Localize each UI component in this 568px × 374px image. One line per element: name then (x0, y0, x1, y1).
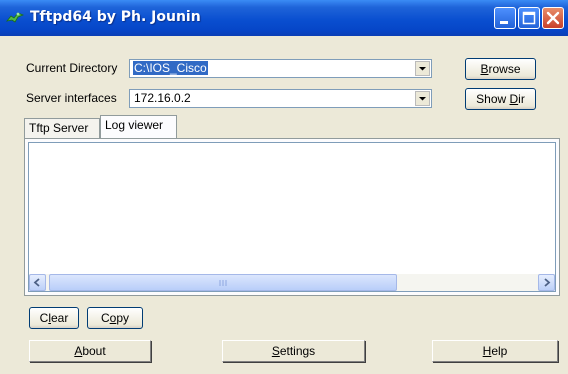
scroll-left-button[interactable] (29, 274, 46, 291)
minimize-button[interactable] (494, 7, 516, 29)
browse-button[interactable]: Browse (465, 58, 536, 80)
dropdown-button[interactable] (415, 61, 430, 76)
window-title: Tftpd64 by Ph. Jounin (30, 9, 201, 25)
server-interfaces-label: Server interfaces (26, 91, 117, 105)
chevron-down-icon (419, 97, 426, 101)
tftpd-app-icon (6, 12, 24, 23)
tftpd-window: Tftpd64 by Ph. Jounin Current Directory … (0, 0, 568, 374)
show-dir-button[interactable]: Show Dir (465, 88, 536, 110)
grip-icon (219, 280, 227, 286)
scroll-thumb[interactable] (49, 274, 397, 291)
current-directory-label: Current Directory (26, 61, 118, 75)
dropdown-button[interactable] (415, 91, 430, 106)
current-directory-combo[interactable]: C:\IOS_Cisco (129, 59, 432, 78)
about-button[interactable]: About (29, 340, 151, 362)
chevron-right-icon (544, 278, 551, 287)
settings-button[interactable]: Settings (222, 340, 365, 362)
current-directory-value: C:\IOS_Cisco (133, 61, 208, 75)
close-button[interactable] (542, 7, 564, 29)
chevron-left-icon (33, 278, 40, 287)
clear-button[interactable]: Clear (29, 307, 79, 329)
server-interfaces-value: 172.16.0.2 (134, 91, 191, 105)
tab-tftp-server[interactable]: Tftp Server (24, 118, 100, 138)
maximize-button[interactable] (518, 7, 540, 29)
horizontal-scrollbar[interactable] (29, 274, 555, 291)
maximize-icon (522, 11, 536, 25)
close-icon (546, 11, 560, 25)
minimize-icon (500, 21, 508, 24)
server-interfaces-combo[interactable]: 172.16.0.2 (129, 89, 432, 108)
log-viewer-panel (24, 138, 560, 296)
log-list[interactable] (28, 142, 556, 292)
copy-button[interactable]: Copy (87, 307, 143, 329)
chevron-down-icon (419, 67, 426, 71)
title-bar[interactable]: Tftpd64 by Ph. Jounin (0, 0, 568, 36)
tab-log-viewer[interactable]: Log viewer (100, 115, 177, 138)
scroll-right-button[interactable] (538, 274, 555, 291)
help-button[interactable]: Help (432, 340, 558, 362)
